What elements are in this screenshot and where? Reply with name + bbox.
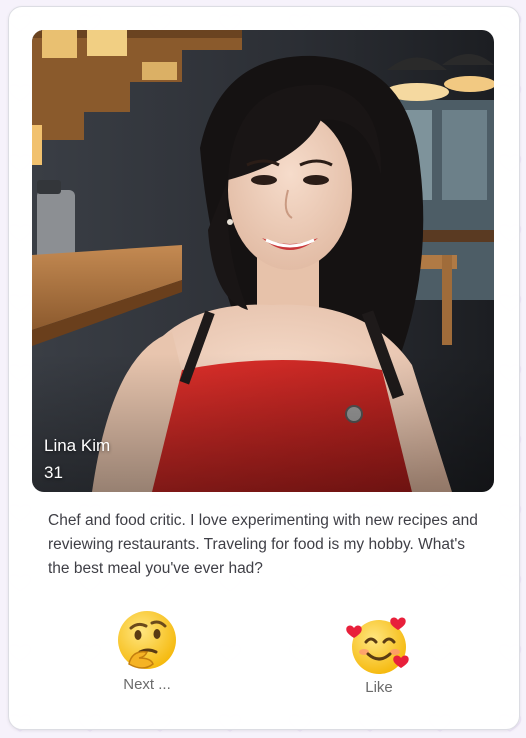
profile-photo: [32, 30, 494, 492]
profile-name-overlay: Lina Kim 31: [44, 432, 110, 486]
next-label: Next ...: [123, 676, 171, 693]
smiling-face-with-hearts-icon: [346, 617, 409, 674]
next-button[interactable]: Next ...: [106, 609, 188, 693]
profile-age: 31: [44, 463, 63, 483]
profile-bio: Chef and food critic. I love experimenti…: [48, 512, 478, 577]
thinking-face-icon: [118, 611, 176, 669]
like-label: Like: [365, 679, 393, 696]
like-button[interactable]: Like: [336, 614, 422, 696]
profile-name: Lina Kim: [44, 436, 111, 455]
